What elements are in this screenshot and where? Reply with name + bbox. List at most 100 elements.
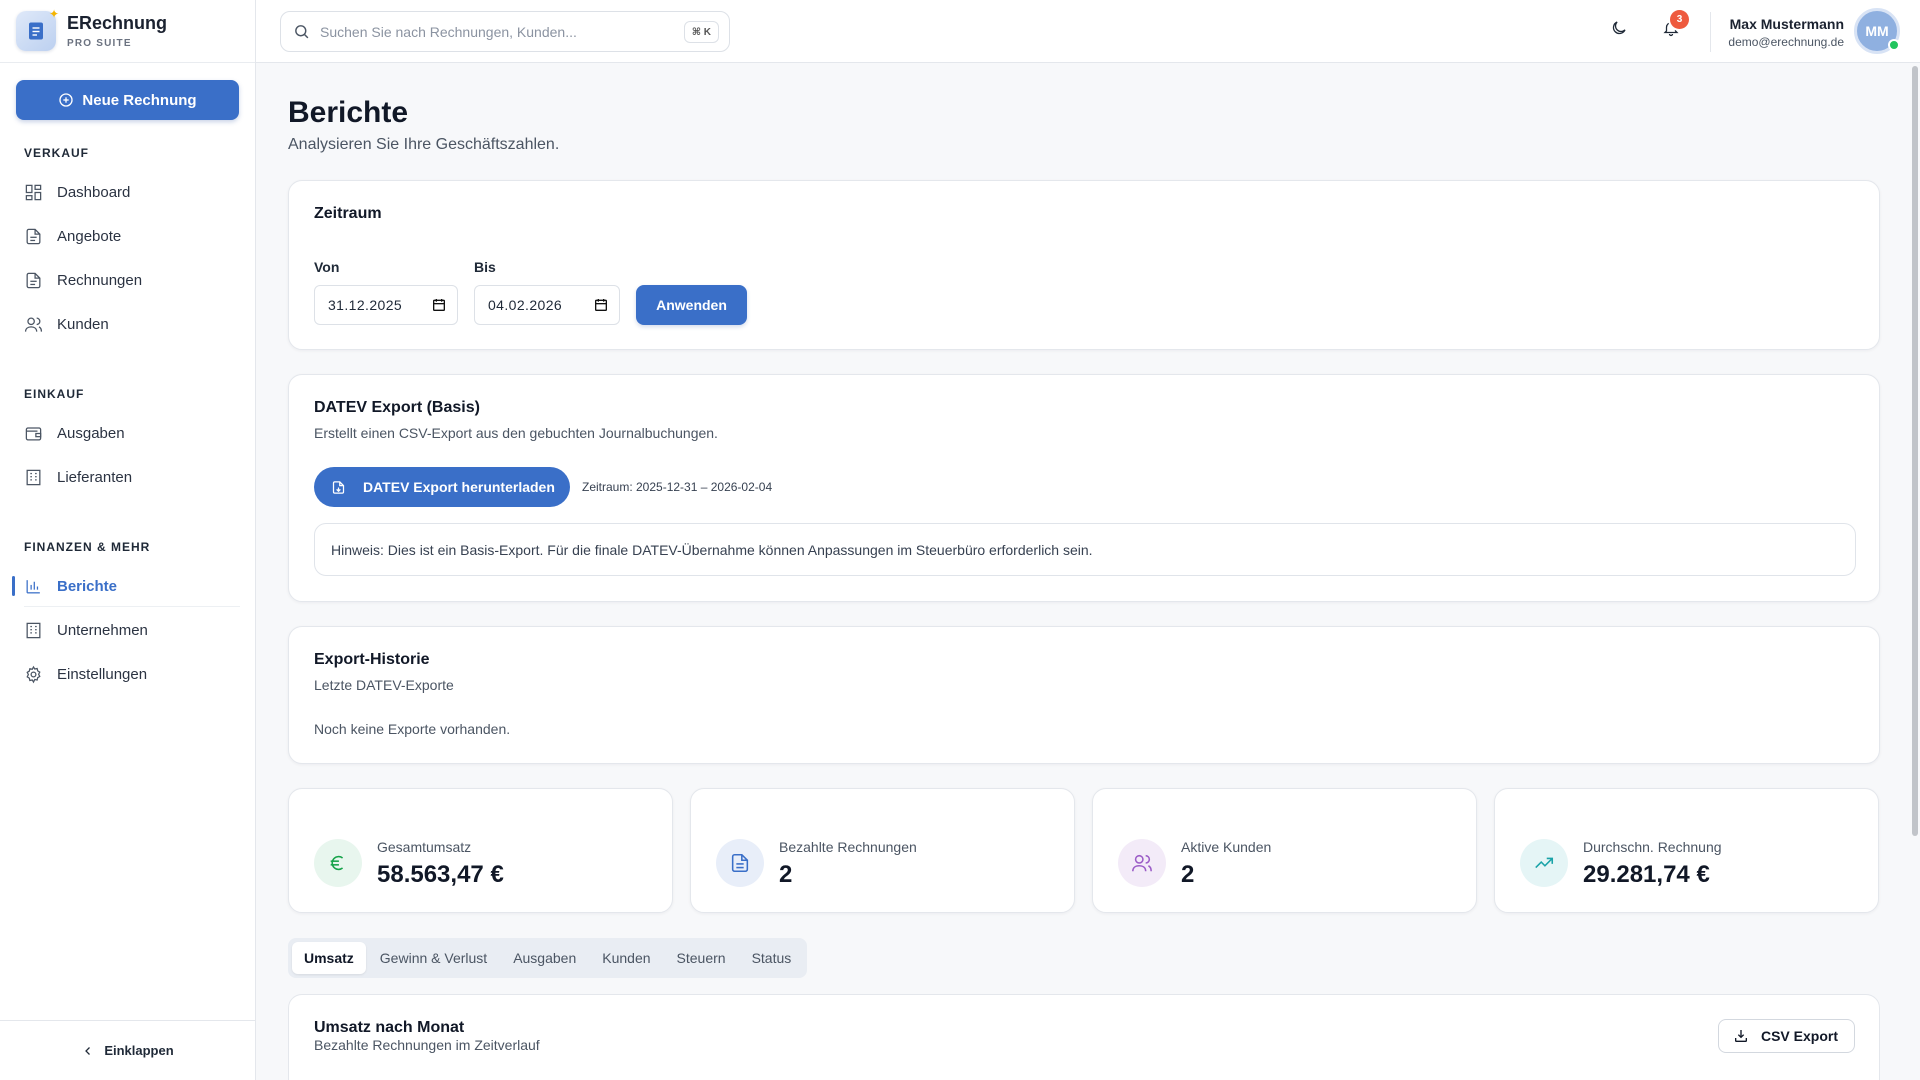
scrollbar-thumb[interactable]: [1912, 66, 1918, 836]
theme-toggle-button[interactable]: [1610, 19, 1632, 41]
hint-box: Hinweis: Dies ist ein Basis-Export. Für …: [314, 523, 1856, 576]
dashboard-icon: [25, 184, 42, 200]
user-email: demo@erechnung.de: [1728, 35, 1844, 49]
sidebar: ✦ ERechnung PRO SUITE Neue Rechnung VERK…: [0, 0, 256, 1080]
sidebar-item-dashboard[interactable]: Dashboard: [12, 172, 240, 212]
card-subtitle: Letzte DATEV-Exporte: [314, 677, 454, 693]
apply-button[interactable]: Anwenden: [636, 285, 747, 325]
nav-section-finanzen: FINANZEN & MEHR: [24, 540, 151, 554]
datev-download-button[interactable]: DATEV Export herunterladen: [314, 467, 570, 507]
stat-label: Durchschn. Rechnung: [1583, 839, 1722, 855]
page-subtitle: Analysieren Sie Ihre Geschäftszahlen.: [288, 136, 560, 153]
stat-label: Aktive Kunden: [1181, 839, 1272, 855]
stat-card-paid-invoices: Bezahlte Rechnungen 2: [690, 788, 1075, 913]
sidebar-item-label: Lieferanten: [57, 468, 133, 486]
datev-export-card: DATEV Export (Basis) Erstellt einen CSV-…: [288, 374, 1880, 602]
sidebar-item-angebote[interactable]: Angebote: [12, 216, 240, 256]
stat-card-average-invoice: Durchschn. Rechnung 29.281,74 €: [1494, 788, 1879, 913]
document-logo-icon: [29, 22, 43, 40]
card-title: Export-Historie: [314, 651, 430, 668]
sidebar-item-ausgaben[interactable]: Ausgaben: [12, 413, 240, 453]
card-title: DATEV Export (Basis): [314, 399, 480, 416]
sidebar-item-label: Rechnungen: [57, 271, 143, 289]
sidebar-item-berichte[interactable]: Berichte: [12, 566, 240, 606]
tab-status[interactable]: Status: [740, 942, 804, 974]
moon-icon: [1612, 21, 1626, 35]
sidebar-item-unternehmen[interactable]: Unternehmen: [12, 610, 240, 650]
brand-name: ERechnung: [67, 13, 168, 33]
empty-state-text: Noch keine Exporte vorhanden.: [314, 721, 511, 737]
card-title: Zeitraum: [314, 205, 382, 222]
trending-up-icon: [1520, 839, 1568, 887]
nav-section-einkauf: EINKAUF: [24, 387, 85, 401]
to-date-input[interactable]: 04.02.2026: [474, 285, 620, 325]
to-date-value: 04.02.2026: [488, 297, 563, 313]
card-subtitle: Bezahlte Rechnungen im Zeitverlauf: [314, 1037, 540, 1053]
tab-steuern[interactable]: Steuern: [665, 942, 738, 974]
online-status-dot: [1888, 39, 1900, 51]
nav-section-verkauf: VERKAUF: [24, 146, 90, 160]
chevron-left-icon: [85, 1046, 91, 1055]
app-logo: ✦: [16, 7, 59, 51]
sidebar-item-lieferanten[interactable]: Lieferanten: [12, 457, 240, 497]
sidebar-item-label: Angebote: [57, 227, 122, 245]
tab-umsatz[interactable]: Umsatz: [292, 942, 366, 974]
bar-chart-icon: [26, 579, 40, 593]
topbar: ⌘ K 3 Max Mustermann demo@erechnung.de M…: [256, 0, 1920, 63]
sidebar-item-label: Kunden: [57, 315, 109, 333]
sidebar-item-kunden[interactable]: Kunden: [12, 304, 240, 344]
brand-subtitle: PRO SUITE: [67, 38, 132, 49]
notification-badge: 3: [1670, 10, 1689, 29]
datev-download-label: DATEV Export herunterladen: [363, 479, 555, 495]
file-download-icon: [332, 480, 345, 494]
from-label: Von: [314, 259, 340, 275]
card-title: Umsatz nach Monat: [314, 1019, 465, 1036]
brand: ✦ ERechnung PRO SUITE: [0, 0, 255, 63]
stat-label: Bezahlte Rechnungen: [779, 839, 917, 855]
divider: [24, 606, 240, 607]
sidebar-item-label: Einstellungen: [57, 665, 148, 683]
tab-ausgaben[interactable]: Ausgaben: [501, 942, 588, 974]
new-invoice-label: Neue Rechnung: [82, 91, 197, 109]
building-icon: [26, 469, 41, 485]
users-icon: [24, 317, 43, 332]
stat-card-revenue: Gesamtumsatz 58.563,47 €: [288, 788, 673, 913]
report-tabs: Umsatz Gewinn & Verlust Ausgaben Kunden …: [288, 938, 808, 978]
tab-gewinn-verlust[interactable]: Gewinn & Verlust: [368, 942, 499, 974]
download-icon: [1734, 1030, 1747, 1042]
document-icon: [716, 839, 764, 887]
calendar-icon[interactable]: [593, 297, 609, 313]
wallet-icon: [25, 426, 42, 440]
stat-value: 58.563,47 €: [377, 861, 504, 888]
sidebar-item-label: Unternehmen: [57, 621, 148, 639]
user-name[interactable]: Max Mustermann: [1730, 16, 1844, 32]
sparkle-icon: ✦: [48, 7, 59, 21]
search-icon: [295, 25, 309, 39]
export-range-note: Zeitraum: 2025-12-31 – 2026-02-04: [582, 480, 773, 494]
revenue-by-month-card: Umsatz nach Monat Bezahlte Rechnungen im…: [288, 994, 1880, 1080]
gear-icon: [26, 665, 41, 683]
search-input[interactable]: [320, 23, 660, 40]
to-label: Bis: [474, 259, 496, 275]
csv-export-label: CSV Export: [1760, 1028, 1838, 1044]
collapse-sidebar-button[interactable]: Einklappen: [0, 1020, 256, 1080]
sidebar-item-label: Berichte: [57, 577, 118, 595]
csv-export-button[interactable]: CSV Export: [1717, 1019, 1855, 1053]
search-bar[interactable]: ⌘ K: [280, 11, 730, 52]
sidebar-item-einstellungen[interactable]: Einstellungen: [12, 654, 240, 694]
stat-label: Gesamtumsatz: [377, 839, 472, 855]
tab-kunden[interactable]: Kunden: [590, 942, 662, 974]
new-invoice-button[interactable]: Neue Rechnung: [16, 80, 239, 120]
sidebar-item-label: Dashboard: [57, 183, 131, 201]
page-title: Berichte: [288, 96, 409, 129]
collapse-label: Einklappen: [104, 1043, 174, 1058]
scrollbar[interactable]: [1910, 63, 1920, 1080]
card-subtitle: Erstellt einen CSV-Export aus den gebuch…: [314, 425, 718, 441]
calendar-icon[interactable]: [431, 297, 447, 313]
sidebar-item-rechnungen[interactable]: Rechnungen: [12, 260, 240, 300]
stat-card-active-customers: Aktive Kunden 2: [1092, 788, 1477, 913]
from-date-value: 31.12.2025: [328, 297, 403, 313]
from-date-input[interactable]: 31.12.2025: [314, 285, 458, 325]
users-icon: [1118, 839, 1166, 887]
stat-value: 2: [1181, 861, 1195, 888]
